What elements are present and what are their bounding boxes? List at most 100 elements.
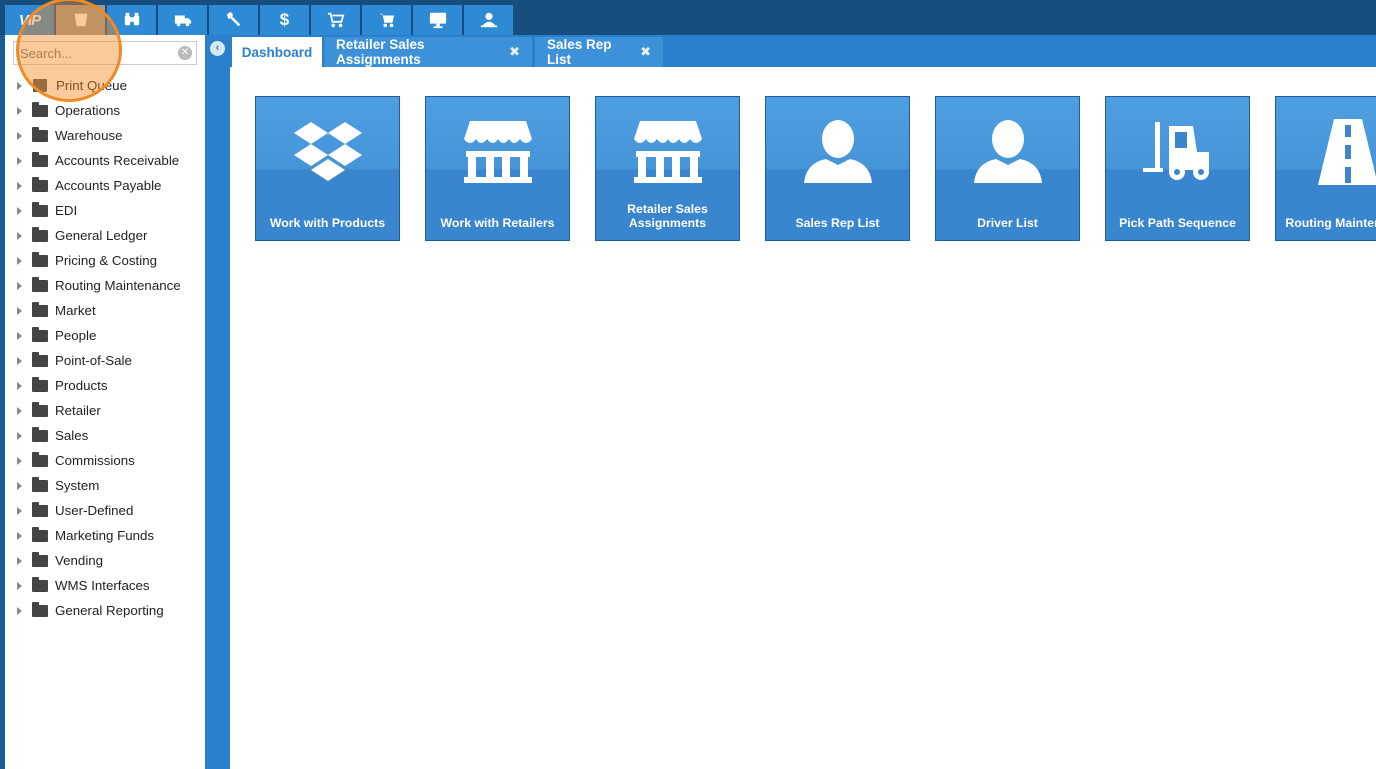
sidebar-item[interactable]: System <box>5 473 205 498</box>
expand-arrow-icon[interactable] <box>17 331 22 340</box>
expand-arrow-icon[interactable] <box>17 81 22 90</box>
tile-retailer-sales-assignments[interactable]: Retailer Sales Assignments <box>595 96 740 241</box>
close-tab-icon[interactable]: ✖ <box>509 44 520 60</box>
folder-icon <box>32 226 48 242</box>
tab-label: Dashboard <box>241 44 313 60</box>
sidebar-item[interactable]: Routing Maintenance <box>5 273 205 298</box>
menu-tree: Print Queue Operations Warehouse Accounts R… <box>5 73 205 623</box>
sidebar-item[interactable]: General Reporting <box>5 598 205 623</box>
folder-icon <box>32 426 48 442</box>
sidebar-item[interactable]: Warehouse <box>5 123 205 148</box>
folder-icon <box>32 101 48 117</box>
expand-arrow-icon[interactable] <box>17 256 22 265</box>
folder-icon <box>32 376 48 392</box>
sidebar-item[interactable]: Accounts Payable <box>5 173 205 198</box>
tile-label: Pick Path Sequence <box>1119 216 1236 230</box>
dashboard-panel: Work with Products Work with Retailers R… <box>230 67 1376 769</box>
expand-arrow-icon[interactable] <box>17 606 22 615</box>
cart-alt-button[interactable] <box>362 5 411 35</box>
folder-icon <box>32 476 48 492</box>
sidebar-item-label: People <box>55 328 97 343</box>
tile-routing-maintenance[interactable]: Routing Maintenance <box>1275 96 1376 241</box>
expand-arrow-icon[interactable] <box>17 106 22 115</box>
sidebar-item-label: General Ledger <box>55 228 148 243</box>
sidebar-item[interactable]: Point-of-Sale <box>5 348 205 373</box>
expand-arrow-icon[interactable] <box>17 581 22 590</box>
sidebar-item-label: Marketing Funds <box>55 528 155 543</box>
expand-arrow-icon[interactable] <box>17 206 22 215</box>
sidebar-item[interactable]: Retailer <box>5 398 205 423</box>
tab-dashboard[interactable]: Dashboard <box>232 37 322 67</box>
close-tab-icon[interactable]: ✖ <box>640 44 651 60</box>
sidebar-item-label: Products <box>55 378 108 393</box>
tile-sales-rep-list[interactable]: Sales Rep List <box>765 96 910 241</box>
binoculars-button[interactable] <box>107 5 156 35</box>
monitor-button[interactable] <box>413 5 462 35</box>
folder-icon <box>32 401 48 417</box>
folder-icon <box>32 351 48 367</box>
folder-icon <box>32 551 48 567</box>
sidebar-item[interactable]: Commissions <box>5 448 205 473</box>
collapse-sidebar-icon[interactable]: ‹ <box>210 41 225 56</box>
cart-button[interactable] <box>311 5 360 35</box>
expand-arrow-icon[interactable] <box>17 281 22 290</box>
sidebar-item[interactable]: Vending <box>5 548 205 573</box>
person-icon <box>803 120 872 183</box>
expand-arrow-icon[interactable] <box>17 231 22 240</box>
sidebar-item[interactable]: WMS Interfaces <box>5 573 205 598</box>
expand-arrow-icon[interactable] <box>17 431 22 440</box>
pail-button[interactable] <box>56 5 105 35</box>
sidebar-item[interactable]: People <box>5 323 205 348</box>
expand-arrow-icon[interactable] <box>17 131 22 140</box>
user-network-button[interactable] <box>464 5 513 35</box>
folder-icon <box>32 176 48 192</box>
sidebar-item[interactable]: Sales <box>5 423 205 448</box>
vip-logo-button[interactable]: VIP <box>5 5 54 35</box>
tab-sales-rep-list[interactable]: Sales Rep List ✖ <box>535 37 663 67</box>
search-input[interactable] <box>14 42 174 64</box>
dollar-button[interactable]: $ <box>260 5 309 35</box>
expand-arrow-icon[interactable] <box>17 481 22 490</box>
expand-arrow-icon[interactable] <box>17 406 22 415</box>
sidebar-item[interactable]: EDI <box>5 198 205 223</box>
tile-work-with-retailers[interactable]: Work with Retailers <box>425 96 570 241</box>
tile-work-with-products[interactable]: Work with Products <box>255 96 400 241</box>
sidebar-item-label: EDI <box>55 203 78 218</box>
sidebar-item[interactable]: Operations <box>5 98 205 123</box>
expand-arrow-icon[interactable] <box>17 181 22 190</box>
expand-arrow-icon[interactable] <box>17 381 22 390</box>
sidebar-item[interactable]: User-Defined <box>5 498 205 523</box>
expand-arrow-icon[interactable] <box>17 531 22 540</box>
expand-arrow-icon[interactable] <box>17 156 22 165</box>
wrench-button[interactable] <box>209 5 258 35</box>
folder-icon <box>32 601 48 617</box>
sidebar-item[interactable]: Pricing & Costing <box>5 248 205 273</box>
top-toolbar: VIP $ <box>0 0 1376 35</box>
expand-arrow-icon[interactable] <box>17 556 22 565</box>
sidebar-item[interactable]: Products <box>5 373 205 398</box>
sidebar-item[interactable]: Accounts Receivable <box>5 148 205 173</box>
folder-icon <box>32 151 48 167</box>
tab-retailer-sales-assignments[interactable]: Retailer Sales Assignments ✖ <box>324 37 532 67</box>
sidebar-item[interactable]: Marketing Funds <box>5 523 205 548</box>
sidebar-item-label: Retailer <box>55 403 101 418</box>
folder-icon <box>32 576 48 592</box>
sidebar-item[interactable]: General Ledger <box>5 223 205 248</box>
folder-icon <box>32 326 48 342</box>
truck-button[interactable] <box>158 5 207 35</box>
search-box: ✕ <box>13 41 197 65</box>
tile-driver-list[interactable]: Driver List <box>935 96 1080 241</box>
sidebar: ✕ Print Queue Operations Warehouse Accounts… <box>5 35 205 769</box>
clear-search-icon[interactable]: ✕ <box>178 46 192 60</box>
sidebar-item[interactable]: Print Queue <box>5 73 205 98</box>
expand-arrow-icon[interactable] <box>17 506 22 515</box>
folder-icon <box>32 501 48 517</box>
sidebar-item[interactable]: Market <box>5 298 205 323</box>
tile-pick-path-sequence[interactable]: Pick Path Sequence <box>1105 96 1250 241</box>
wrench-icon <box>226 11 240 27</box>
expand-arrow-icon[interactable] <box>17 456 22 465</box>
expand-arrow-icon[interactable] <box>17 356 22 365</box>
tab-bar: Dashboard Retailer Sales Assignments ✖ S… <box>230 35 1376 67</box>
expand-arrow-icon[interactable] <box>17 306 22 315</box>
folder-icon <box>32 201 48 217</box>
